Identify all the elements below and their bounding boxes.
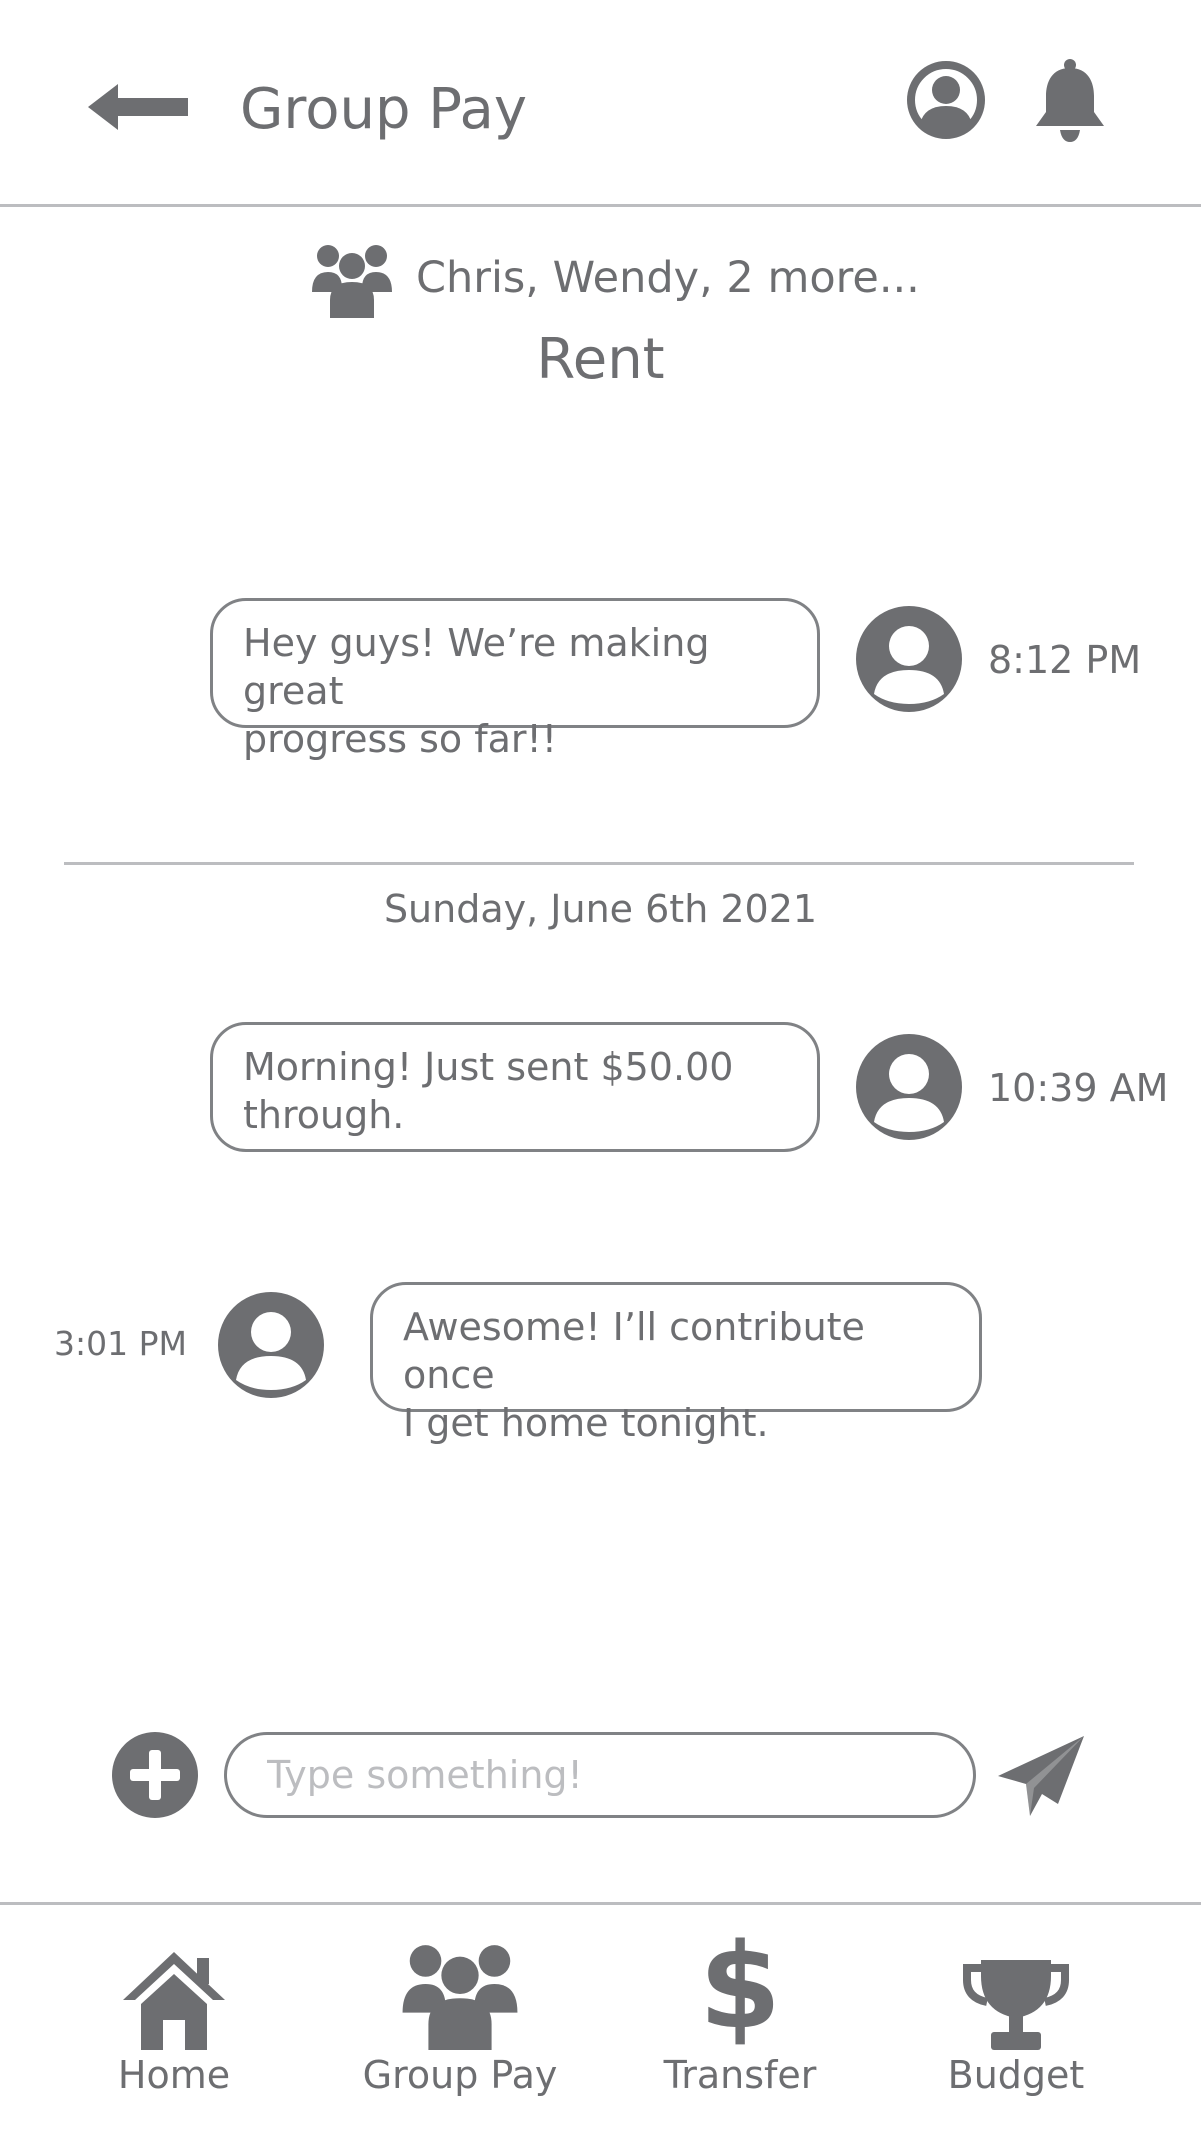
page-title: Group Pay: [240, 77, 527, 142]
group-members[interactable]: Chris, Wendy, 2 more...: [416, 248, 920, 308]
user-avatar-icon: [856, 1034, 962, 1140]
arrow-left-icon: [88, 84, 188, 130]
message-time: 10:39 AM: [988, 1066, 1169, 1110]
user-avatar-icon: [218, 1292, 324, 1398]
nav-budget-label: Budget: [947, 2053, 1085, 2097]
trophy-icon: [963, 1960, 1069, 2050]
plus-circle-icon: [112, 1732, 198, 1818]
dollar-icon: $: [698, 1917, 782, 2055]
date-divider: Sunday, June 6th 2021: [383, 887, 818, 931]
message-time: 8:12 PM: [988, 638, 1142, 682]
notifications-button[interactable]: [1030, 58, 1110, 144]
back-button[interactable]: [88, 72, 198, 142]
nav-transfer-label: Transfer: [663, 2053, 817, 2097]
message-time: 3:01 PM: [54, 1324, 187, 1363]
message-bubble: Awesome! I’ll contribute once I get home…: [370, 1282, 982, 1445]
nav-home-label: Home: [117, 2053, 231, 2097]
paper-plane-icon: [998, 1736, 1084, 1816]
users-icon: [402, 1945, 518, 2050]
users-icon: [312, 240, 392, 318]
avatar: [856, 606, 962, 712]
group-name: Rent: [536, 327, 665, 392]
nav-group-pay-label: Group Pay: [362, 2053, 558, 2097]
message-bubble: Hey guys! We’re making great progress so…: [210, 598, 820, 761]
message-input[interactable]: [224, 1732, 976, 1818]
header-divider: [0, 204, 1201, 207]
nav-budget[interactable]: Budget: [886, 1924, 1146, 2124]
send-button[interactable]: [996, 1732, 1086, 1822]
message-bubble: Morning! Just sent $50.00 through.: [210, 1022, 820, 1152]
user-circle-icon: [907, 61, 985, 139]
profile-button[interactable]: [906, 60, 986, 140]
home-icon: [123, 1952, 225, 2050]
nav-group-pay[interactable]: Group Pay: [330, 1924, 590, 2124]
add-attachment-button[interactable]: [112, 1732, 198, 1818]
nav-transfer[interactable]: $ Transfer: [610, 1924, 870, 2124]
nav-home[interactable]: Home: [44, 1924, 304, 2124]
user-avatar-icon: [856, 606, 962, 712]
date-divider-line: [64, 862, 1134, 865]
avatar: [856, 1034, 962, 1140]
avatar: [218, 1292, 324, 1398]
bell-icon: [1036, 59, 1104, 142]
bottom-nav-divider: [0, 1902, 1201, 1905]
